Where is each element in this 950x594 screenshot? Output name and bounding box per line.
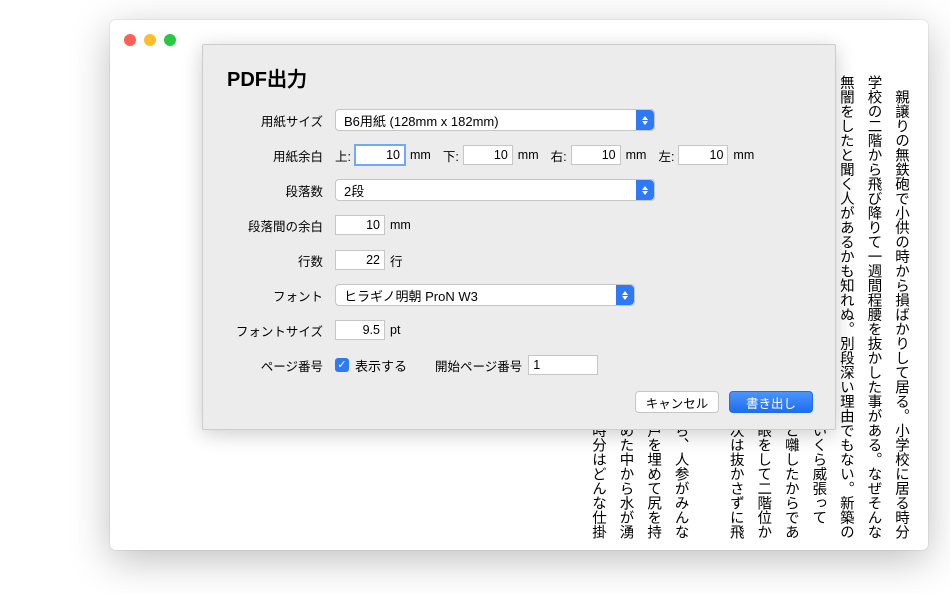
app-window: 親譲りの無鉄砲で小供の時から損ばかりして居る。小学校に居る時分学校の二階から飛び… [110,20,928,550]
margin-top-input[interactable] [355,145,405,165]
lines-unit: 行 [390,251,403,270]
columns-select[interactable]: 2段 [335,179,655,201]
start-page-input[interactable] [528,355,598,375]
chevron-updown-icon [636,110,654,130]
margin-unit: mm [733,148,754,162]
page-number-label: ページ番号 [225,356,335,375]
font-value: ヒラギノ明朝 ProN W3 [344,286,478,305]
margins-label: 用紙余白 [225,146,335,165]
show-page-number-text: 表示する [355,356,407,375]
margin-bottom-input[interactable] [463,145,513,165]
lines-label: 行数 [225,251,335,270]
pdf-export-dialog: PDF出力 用紙サイズ B6用紙 (128mm x 182mm) 用紙余白 上:… [202,44,836,430]
paper-size-label: 用紙サイズ [225,111,335,130]
margin-right-input[interactable] [571,145,621,165]
lines-input[interactable] [335,250,385,270]
chevron-updown-icon [616,285,634,305]
margin-unit: mm [518,148,539,162]
font-size-input[interactable] [335,320,385,340]
paper-size-value: B6用紙 (128mm x 182mm) [344,111,499,130]
font-select[interactable]: ヒラギノ明朝 ProN W3 [335,284,635,306]
font-size-label: フォントサイズ [225,321,335,340]
margin-left-input[interactable] [678,145,728,165]
column-gap-label: 段落間の余白 [225,216,335,235]
margin-bottom-label: 下: [443,146,459,165]
margin-unit: mm [410,148,431,162]
show-page-number-checkbox[interactable]: ✓ [335,358,349,372]
start-page-label: 開始ページ番号 [435,356,522,375]
columns-label: 段落数 [225,181,335,200]
chevron-updown-icon [636,180,654,200]
export-button[interactable]: 書き出し [729,391,813,413]
paper-size-select[interactable]: B6用紙 (128mm x 182mm) [335,109,655,131]
margin-top-label: 上: [335,146,351,165]
font-size-unit: pt [390,323,400,337]
dialog-title: PDF出力 [227,63,813,92]
font-label: フォント [225,286,335,305]
cancel-button[interactable]: キャンセル [635,391,719,413]
column-gap-unit: mm [390,218,411,232]
columns-value: 2段 [344,181,364,200]
margin-right-label: 右: [551,146,567,165]
margin-left-label: 左: [658,146,674,165]
margin-unit: mm [626,148,647,162]
column-gap-input[interactable] [335,215,385,235]
